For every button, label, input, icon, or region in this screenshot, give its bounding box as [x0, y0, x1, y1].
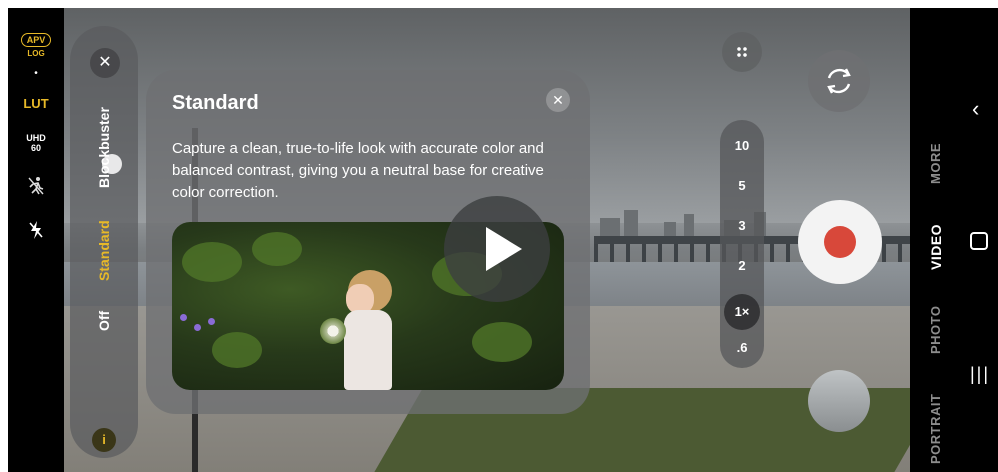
recent-apps-icon[interactable]: ||| [970, 364, 990, 385]
filter-option-off[interactable]: Off [96, 311, 112, 331]
mode-portrait[interactable]: PORTRAIT [928, 394, 943, 464]
zoom-1x[interactable]: 1× [720, 304, 764, 319]
apv-label: APV [20, 33, 52, 47]
resolution-toggle[interactable]: UHD 60 [8, 133, 64, 153]
grid-icon[interactable] [722, 32, 762, 72]
card-description: Capture a clean, true-to-life look with … [172, 140, 544, 201]
apv-log-toggle[interactable]: APV LOG [8, 30, 64, 58]
card-title: Standard [172, 92, 259, 114]
look-filter-menu: ✕ Blockbuster Standard Off i [70, 26, 138, 458]
status-strip: APV LOG • LUT UHD 60 [8, 8, 64, 472]
mode-selector: MORE VIDEO PHOTO PORTRAIT [910, 8, 958, 472]
flip-camera-icon[interactable] [808, 50, 870, 112]
filter-option-blockbuster[interactable]: Blockbuster [96, 107, 112, 188]
running-person-icon[interactable] [8, 176, 64, 201]
log-label: LOG [27, 49, 45, 58]
system-nav-bar: ‹ ||| [958, 8, 998, 472]
zoom-10x[interactable]: 10 [720, 138, 764, 153]
mode-photo[interactable]: PHOTO [928, 306, 943, 355]
play-icon[interactable] [444, 196, 550, 302]
record-icon [824, 226, 856, 258]
close-icon[interactable]: ✕ [546, 88, 570, 112]
info-button[interactable]: i [92, 428, 116, 452]
lut-toggle[interactable]: LUT [8, 96, 64, 111]
zoom-3x[interactable]: 3 [720, 218, 764, 233]
camera-screen: APV LOG • LUT UHD 60 ✕ Blockbuster Stand… [8, 8, 998, 472]
status-dot: • [34, 68, 38, 79]
filter-option-standard[interactable]: Standard [96, 220, 112, 281]
resolution-label: UHD [26, 133, 46, 143]
record-button[interactable] [798, 200, 882, 284]
zoom-0-6x[interactable]: .6 [720, 340, 764, 355]
zoom-5x[interactable]: 5 [720, 178, 764, 193]
flash-off-icon[interactable] [8, 220, 64, 245]
mode-video[interactable]: VIDEO [928, 224, 944, 270]
home-icon[interactable] [970, 232, 988, 250]
fps-label: 60 [30, 143, 41, 153]
back-icon[interactable]: ‹ [972, 96, 979, 122]
mode-more[interactable]: MORE [928, 143, 943, 184]
close-icon[interactable]: ✕ [90, 48, 120, 78]
gallery-thumbnail[interactable] [808, 370, 870, 432]
zoom-2x[interactable]: 2 [720, 258, 764, 273]
zoom-selector: 10 5 3 2 1× .6 [720, 120, 764, 368]
